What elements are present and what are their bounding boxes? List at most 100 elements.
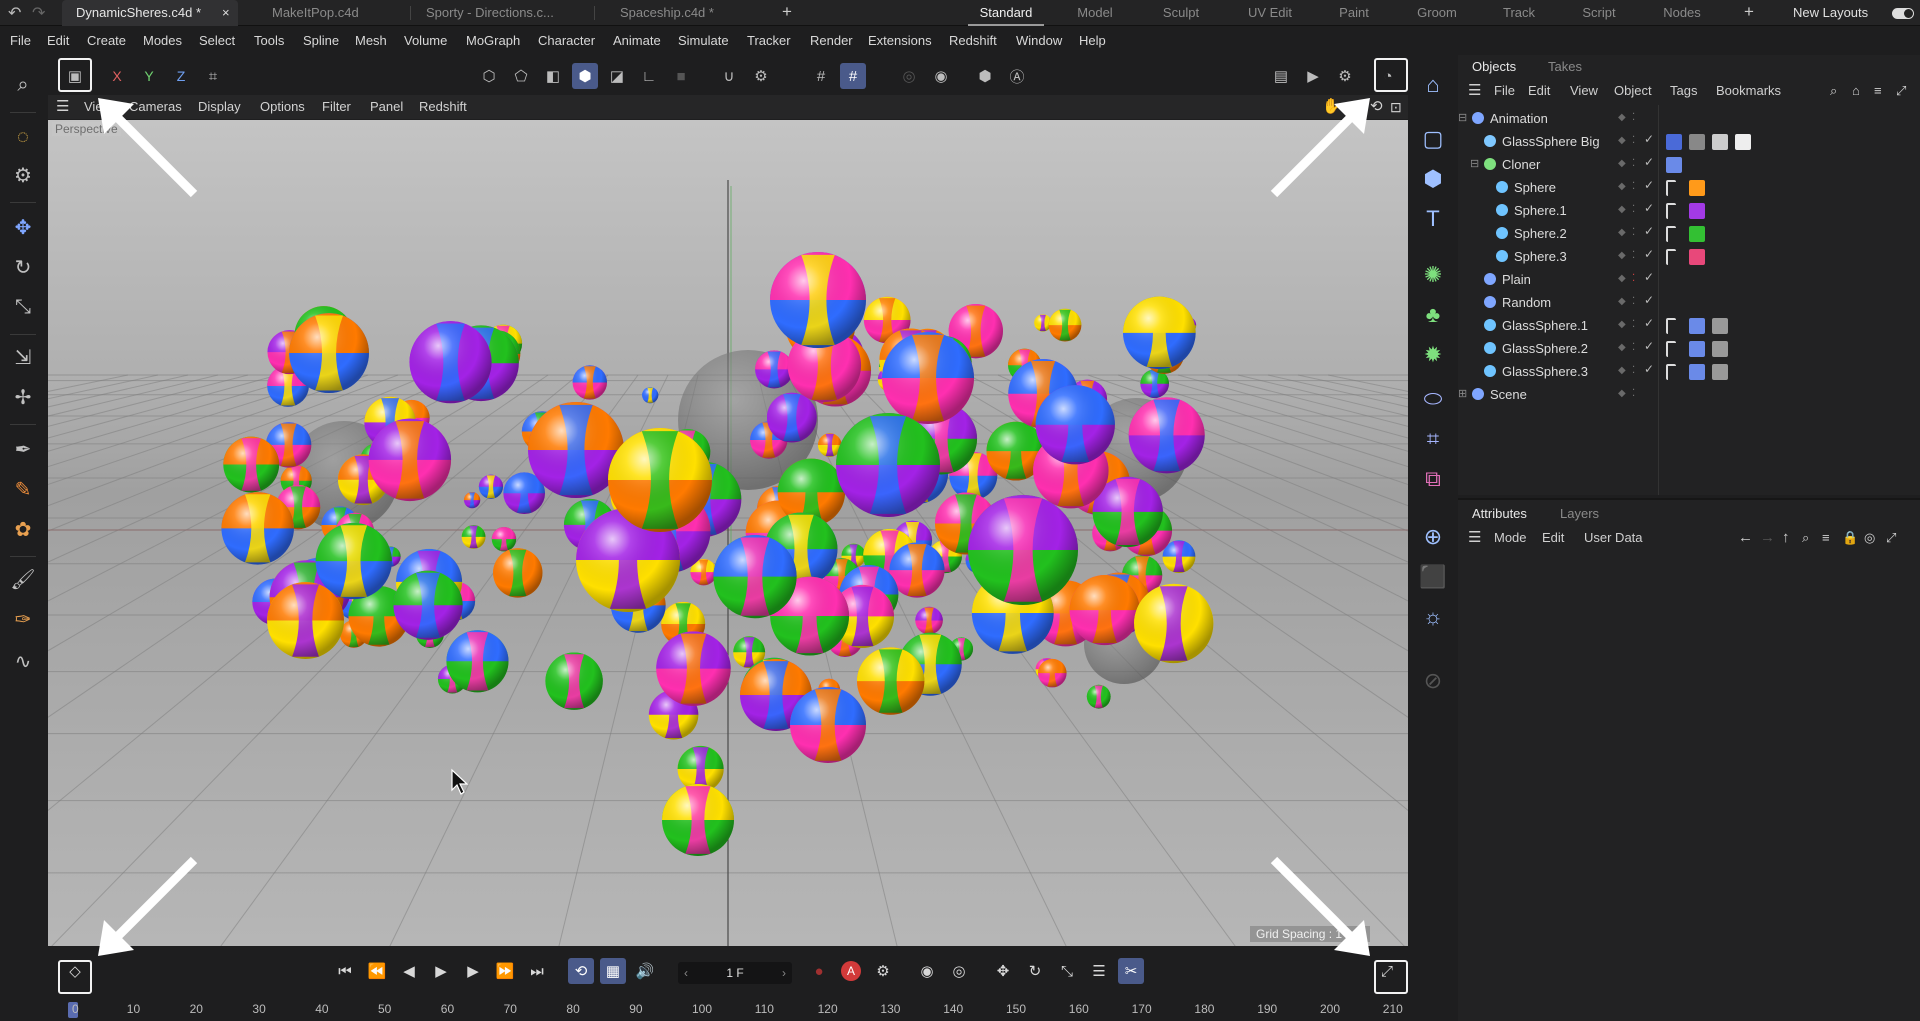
objects-menu-bookmarks[interactable]: Bookmarks [1716, 79, 1781, 103]
attributes-menu-edit[interactable]: Edit [1542, 526, 1564, 550]
live-selection-icon[interactable]: ◌ [8, 122, 38, 152]
model-mode-icon[interactable]: ⬢ [572, 63, 598, 89]
doc-tab-makeitpop[interactable]: MakeItPop.c4d [258, 0, 408, 26]
key-parameter-icon[interactable]: ☰ [1086, 958, 1112, 984]
layer-visibility-icon[interactable]: ◆ [1618, 319, 1628, 331]
attributes-hamburger-icon[interactable]: ☰ [1468, 526, 1481, 550]
menu-window[interactable]: Window [1016, 27, 1062, 54]
axis-x-lock[interactable]: X [104, 63, 130, 89]
attributes-menu-user-data[interactable]: User Data [1584, 526, 1643, 550]
editor-render-dots-icon[interactable]: ⁚ [1632, 342, 1642, 354]
enabled-check-icon[interactable]: ✓ [1644, 316, 1654, 330]
menu-redshift[interactable]: Redshift [949, 27, 997, 54]
enabled-check-icon[interactable]: ✓ [1644, 201, 1654, 215]
editor-render-dots-icon[interactable]: ⁚ [1632, 135, 1642, 147]
layer-visibility-icon[interactable]: ◆ [1618, 204, 1628, 216]
workplane-grid-icon[interactable]: # [808, 63, 834, 89]
layer-visibility-icon[interactable]: ◆ [1618, 135, 1628, 147]
uv-mode-icon[interactable]: ◪ [604, 63, 630, 89]
editor-render-dots-icon[interactable]: ⁚ [1632, 181, 1642, 193]
effector-icon[interactable]: ✹ [1418, 340, 1448, 370]
light-icon[interactable]: ☼ [1418, 602, 1448, 632]
enabled-check-icon[interactable]: ✓ [1644, 178, 1654, 192]
doc-tab-sporty[interactable]: Sporty - Directions.c... [412, 0, 592, 26]
axis-mode-icon[interactable]: ∟ [636, 63, 662, 89]
generator-icon[interactable]: ♣ [1418, 300, 1448, 330]
layout-tab-standard[interactable]: Standard [968, 0, 1044, 26]
object-tag-icon[interactable] [1689, 134, 1705, 150]
object-tag-icon[interactable] [1689, 341, 1705, 357]
object-row[interactable]: ⊟ Cloner ◆ ⁚ ✓ [1458, 153, 1920, 176]
layer-visibility-icon[interactable]: ◆ [1618, 227, 1628, 239]
menu-animate[interactable]: Animate [613, 27, 661, 54]
object-tag-icon[interactable] [1689, 249, 1705, 265]
enabled-check-icon[interactable]: ✓ [1644, 270, 1654, 284]
object-tag-icon[interactable] [1666, 157, 1682, 173]
previous-frame-icon[interactable]: ◀ [396, 958, 422, 984]
go-to-end-icon[interactable]: ⏭ [524, 958, 550, 984]
soft-selection-icon[interactable]: ◎ [896, 63, 922, 89]
render-view-icon[interactable]: ▤ [1268, 63, 1294, 89]
perspective-viewport[interactable]: Perspective Grid Spacing : 1 cm [48, 120, 1408, 946]
layout-tab-groom[interactable]: Groom [1402, 0, 1472, 26]
objects-menu-edit[interactable]: Edit [1528, 79, 1550, 103]
attributes-menu-mode[interactable]: Mode [1494, 526, 1527, 550]
target-icon[interactable]: ◎ [1864, 526, 1875, 550]
redo-icon[interactable]: ↷ [32, 3, 45, 23]
menu-edit[interactable]: Edit [47, 27, 69, 54]
expand-panel-icon[interactable]: ⤢ [1886, 526, 1896, 550]
object-tag-icon[interactable] [1689, 180, 1705, 196]
expand-panel-icon[interactable]: ⤢ [1896, 79, 1906, 103]
menu-mograph[interactable]: MoGraph [466, 27, 520, 54]
undo-icon[interactable]: ↶ [8, 3, 21, 23]
move-tool-icon[interactable]: ✥ [8, 212, 38, 242]
search-icon[interactable]: ⌕ [1802, 526, 1809, 550]
objects-menu-file[interactable]: File [1494, 79, 1515, 103]
tab-layers[interactable]: Layers [1560, 502, 1599, 526]
menu-mesh[interactable]: Mesh [355, 27, 387, 54]
objects-menu-view[interactable]: View [1570, 79, 1598, 103]
layer-visibility-icon[interactable]: ◆ [1618, 250, 1628, 262]
next-key-icon[interactable]: ⏩ [492, 958, 518, 984]
texture-mode-icon[interactable]: ■ [668, 63, 694, 89]
rotate-tool-icon[interactable]: ↻ [8, 252, 38, 282]
layer-visibility-icon[interactable]: ◆ [1618, 112, 1628, 124]
key-rotation-icon[interactable]: ↻ [1022, 958, 1048, 984]
go-to-start-icon[interactable]: ⏮ [332, 958, 358, 984]
enabled-check-icon[interactable]: ✓ [1644, 339, 1654, 353]
text-icon[interactable]: T [1418, 204, 1448, 234]
search-icon[interactable]: ⌕ [8, 70, 38, 100]
object-row[interactable]: Sphere ◆ ⁚ ✓ [1458, 176, 1920, 199]
editor-render-dots-icon[interactable]: ⁚ [1632, 250, 1642, 262]
field-icon[interactable]: ⌗ [1418, 424, 1448, 454]
viewport-menu-redshift[interactable]: Redshift [419, 95, 467, 119]
viewport-menu-filter[interactable]: Filter [322, 95, 351, 119]
viewport-hamburger-icon[interactable]: ☰ [56, 95, 69, 119]
key-interpolation-icon[interactable]: ◎ [946, 958, 972, 984]
tab-takes[interactable]: Takes [1548, 55, 1582, 79]
menu-tools[interactable]: Tools [254, 27, 284, 54]
viewport-menu-options[interactable]: Options [260, 95, 305, 119]
object-tag-icon[interactable] [1689, 318, 1705, 334]
object-row[interactable]: ⊟ Animation ◆ ⁚ [1458, 107, 1920, 130]
layer-visibility-icon[interactable]: ◆ [1618, 273, 1628, 285]
object-tag-icon[interactable] [1689, 203, 1705, 219]
object-row[interactable]: GlassSphere.1 ◆ ⁚ ✓ [1458, 314, 1920, 337]
axis-y-lock[interactable]: Y [136, 63, 162, 89]
menu-simulate[interactable]: Simulate [678, 27, 729, 54]
menu-character[interactable]: Character [538, 27, 595, 54]
enabled-check-icon[interactable]: ✓ [1644, 247, 1654, 261]
points-mode-icon[interactable]: ⬡ [476, 63, 502, 89]
layer-visibility-icon[interactable]: ◆ [1618, 296, 1628, 308]
menu-render[interactable]: Render [810, 27, 853, 54]
object-tag-icon[interactable] [1666, 249, 1676, 265]
previous-key-icon[interactable]: ⏪ [364, 958, 390, 984]
object-tag-icon[interactable] [1666, 226, 1676, 242]
frame-increment-icon[interactable]: › [782, 962, 786, 984]
menu-create[interactable]: Create [87, 27, 126, 54]
tab-attributes[interactable]: Attributes [1472, 502, 1527, 526]
sculpt-icon[interactable]: ∿ [8, 646, 38, 676]
menu-select[interactable]: Select [199, 27, 235, 54]
menu-help[interactable]: Help [1079, 27, 1106, 54]
object-tag-icon[interactable] [1666, 341, 1676, 357]
